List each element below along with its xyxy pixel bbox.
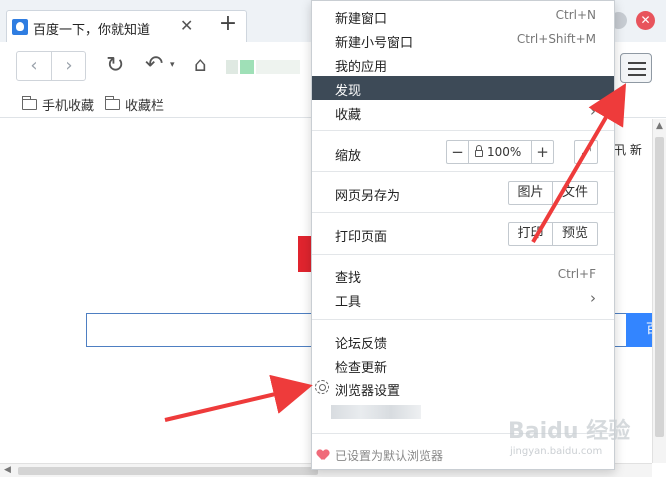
save-as-image-button[interactable]: 图片: [509, 182, 553, 204]
back-button[interactable]: ‹: [19, 54, 49, 78]
address-blur[interactable]: [256, 60, 300, 74]
lock-icon: [475, 145, 483, 157]
menu-item-label: 浏览器设置: [335, 384, 401, 399]
menu-item-label: 我的应用: [335, 60, 388, 75]
bookmark-favorites-bar[interactable]: 收藏栏: [105, 94, 164, 114]
window-close-button[interactable]: ✕: [636, 11, 655, 30]
hamburger-icon: [628, 74, 646, 76]
menu-separator: [312, 130, 614, 131]
menu-item-new-window[interactable]: 新建窗口 Ctrl+N: [312, 4, 614, 28]
bookmark-mobile-favorites[interactable]: 手机收藏: [22, 94, 94, 114]
heart-icon: [317, 450, 329, 461]
vertical-scrollbar[interactable]: ▲: [652, 119, 666, 463]
hamburger-icon: [628, 68, 646, 70]
menu-item-label: 工具: [335, 295, 362, 310]
zoom-out-button[interactable]: −: [447, 141, 469, 163]
menu-separator: [312, 212, 614, 213]
menu-item-label: 新建小号窗口: [335, 36, 414, 51]
scroll-thumb[interactable]: [655, 137, 664, 437]
save-page-buttons: 图片 文件: [508, 181, 598, 205]
save-as-file-button[interactable]: 文件: [553, 182, 597, 204]
scroll-left-icon[interactable]: ◀: [4, 465, 11, 475]
menu-item-find[interactable]: 查找 Ctrl+F: [312, 263, 614, 287]
nav-divider: [51, 52, 52, 80]
page-topnav-text[interactable]: 卂 新: [614, 141, 642, 158]
menu-item-label: 论坛反馈: [335, 337, 388, 352]
menu-item-browser-settings[interactable]: 浏览器设置: [312, 376, 614, 400]
folder-icon: [105, 95, 120, 110]
menu-separator: [312, 319, 614, 320]
baidu-logo-fragment: [298, 236, 312, 272]
hamburger-icon: [628, 62, 646, 64]
menu-item-my-apps[interactable]: 我的应用: [312, 52, 614, 76]
chevron-right-icon: ›: [590, 289, 596, 307]
reload-icon[interactable]: ↻: [106, 53, 124, 78]
new-tab-button[interactable]: +: [208, 10, 248, 42]
watermark-brand: Baidu 经验: [508, 419, 631, 444]
forward-button[interactable]: ›: [54, 54, 84, 78]
menu-item-label: 缩放: [335, 149, 362, 164]
menu-item-check-update[interactable]: 检查更新: [312, 353, 614, 377]
tab-title: 百度一下，你就知道: [33, 23, 151, 38]
menu-item-label: 收藏: [335, 108, 362, 123]
folder-icon: [22, 95, 37, 110]
menu-item-label: 查找: [335, 271, 362, 286]
address-blur[interactable]: [240, 60, 254, 74]
print-preview-button[interactable]: 预览: [553, 223, 597, 245]
menu-item-forum-feedback[interactable]: 论坛反馈: [312, 329, 614, 353]
main-menu: 新建窗口 Ctrl+N 新建小号窗口 Ctrl+Shift+M 我的应用 发现 …: [311, 0, 615, 470]
chevron-down-icon[interactable]: ▾: [170, 60, 175, 70]
undo-close-icon[interactable]: ↶: [145, 52, 163, 77]
menu-separator: [312, 254, 614, 255]
chevron-right-icon: ›: [590, 102, 596, 120]
scroll-thumb[interactable]: [18, 467, 318, 475]
default-browser-label: 已设置为默认浏览器: [335, 449, 444, 463]
menu-separator: [312, 171, 614, 172]
print-buttons: 打印 预览: [508, 222, 598, 246]
bookmark-label: 手机收藏: [42, 98, 95, 114]
bookmark-label: 收藏栏: [125, 98, 165, 114]
menu-item-new-private-window[interactable]: 新建小号窗口 Ctrl+Shift+M: [312, 28, 614, 52]
shortcut-label: Ctrl+F: [557, 267, 596, 281]
menu-item-label: 网页另存为: [335, 189, 401, 204]
gear-icon: [315, 380, 329, 394]
shortcut-label: Ctrl+N: [555, 8, 596, 22]
menu-item-discover[interactable]: 发现: [312, 76, 614, 100]
menu-item-favorites[interactable]: 收藏 ›: [312, 100, 614, 124]
print-button[interactable]: 打印: [509, 223, 553, 245]
zoom-control: − 100% +: [446, 140, 554, 164]
fullscreen-icon[interactable]: ⤢: [574, 140, 598, 164]
shortcut-label: Ctrl+Shift+M: [516, 32, 596, 46]
nav-button-group: ‹ ›: [16, 51, 86, 81]
scroll-up-icon[interactable]: ▲: [656, 121, 663, 131]
menu-item-label: 发现: [335, 84, 362, 99]
home-icon[interactable]: ⌂: [194, 52, 207, 76]
zoom-level: 100%: [475, 145, 521, 159]
arrow-to-settings: [164, 374, 313, 422]
main-menu-button[interactable]: [620, 53, 652, 83]
zoom-in-button[interactable]: +: [531, 141, 553, 163]
menu-item-tools[interactable]: 工具 ›: [312, 287, 614, 311]
menu-item-label: 新建窗口: [335, 12, 388, 27]
menu-item-label: 打印页面: [335, 230, 388, 245]
watermark-url: jingyan.baidu.com: [510, 446, 603, 457]
menu-item-label: 检查更新: [335, 361, 388, 376]
address-blur[interactable]: [226, 60, 238, 74]
blurred-menu-item[interactable]: [331, 405, 421, 419]
baidu-paw-icon: [12, 19, 28, 35]
zoom-value: 100%: [487, 145, 522, 159]
